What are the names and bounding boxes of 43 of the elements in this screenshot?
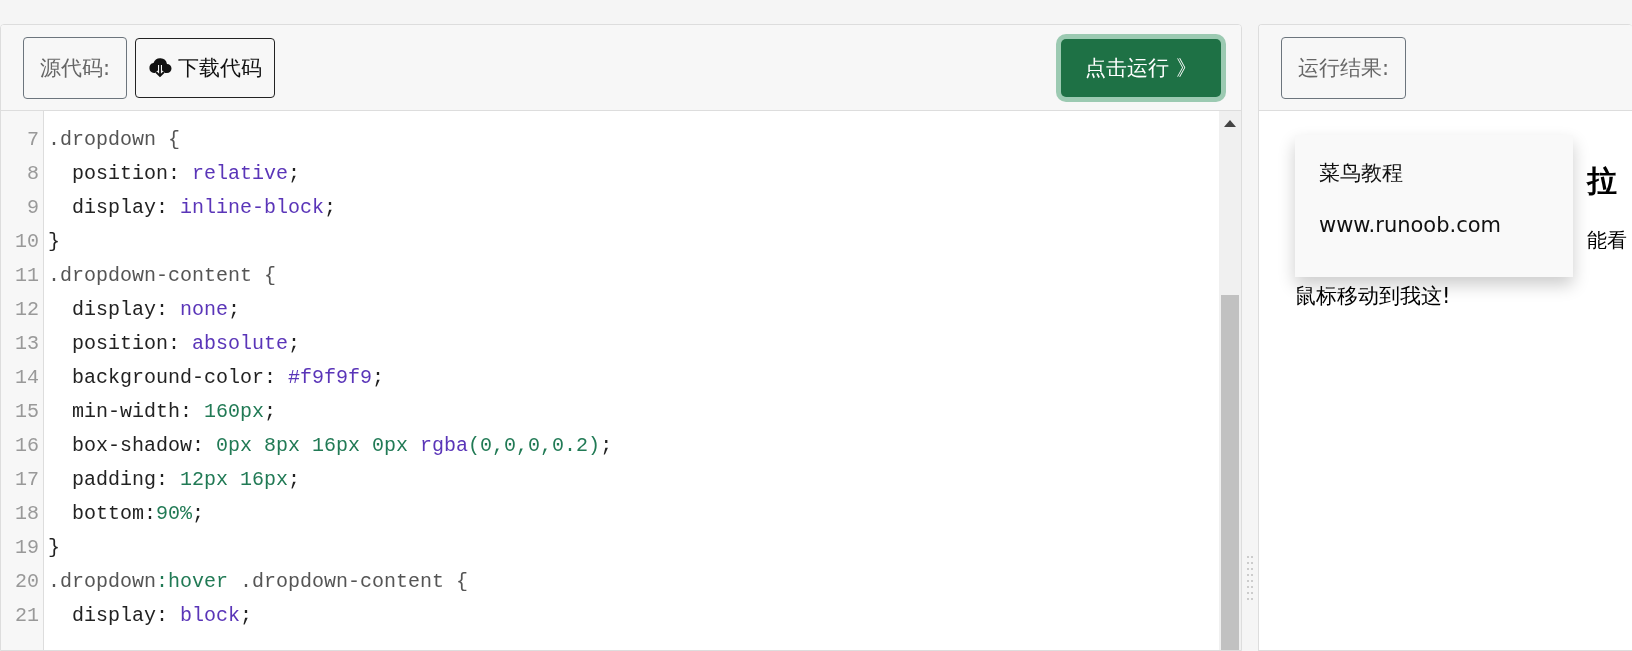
code-line: display: inline-block; (71, 195, 338, 221)
line-number: 12 (14, 297, 40, 323)
result-label: 运行结果: (1281, 36, 1407, 99)
code-line: position: relative; (71, 161, 302, 187)
code-line: } (47, 535, 61, 561)
download-button[interactable]: 下载代码 (135, 37, 276, 98)
code-line: min-width: 160px; (71, 399, 278, 425)
line-number: 16 (14, 433, 40, 459)
page-heading: 拉 (1587, 162, 1618, 200)
hover-text: 鼠标移动到我这! (1295, 283, 1452, 310)
code-line: .dropdown { (47, 127, 182, 153)
code-line: display: none; (71, 297, 242, 323)
line-number: 15 (14, 399, 40, 425)
scrollbar[interactable] (1219, 111, 1241, 650)
scroll-thumb[interactable] (1221, 295, 1239, 650)
line-number: 14 (14, 365, 40, 391)
line-number: 9 (26, 195, 40, 221)
line-number: 20 (14, 569, 40, 595)
scroll-up-icon[interactable] (1224, 120, 1236, 127)
code-line: position: absolute; (71, 331, 302, 357)
code-line: bottom:90%; (71, 501, 206, 527)
code-line: display: block; (71, 603, 254, 629)
line-number: 18 (14, 501, 40, 527)
dropdown-item[interactable]: 菜鸟教程 (1319, 159, 1549, 187)
cloud-download-icon (148, 55, 173, 80)
line-number: 17 (14, 467, 40, 493)
code-line: .dropdown:hover .dropdown-content { (47, 569, 470, 595)
dropdown-item[interactable]: www.runoob.com (1319, 213, 1549, 237)
code-line: .dropdown-content { (47, 263, 278, 289)
line-number: 7 (26, 127, 40, 153)
resize-handle-icon[interactable] (1246, 555, 1254, 601)
code-line: padding: 12px 16px; (71, 467, 302, 493)
line-number: 11 (14, 263, 40, 289)
line-number: 19 (14, 535, 40, 561)
line-number: 21 (14, 603, 40, 629)
paragraph: 能看 (1587, 227, 1628, 254)
code-line: } (47, 229, 61, 255)
code-line: box-shadow: 0px 8px 16px 0px rgba(0,0,0,0.2); (71, 433, 614, 459)
line-number: 8 (26, 161, 40, 187)
code-line: background-color: #f9f9f9; (71, 365, 386, 391)
source-label: 源代码: (23, 36, 128, 99)
line-number: 13 (14, 331, 40, 357)
line-number: 10 (14, 229, 40, 255)
